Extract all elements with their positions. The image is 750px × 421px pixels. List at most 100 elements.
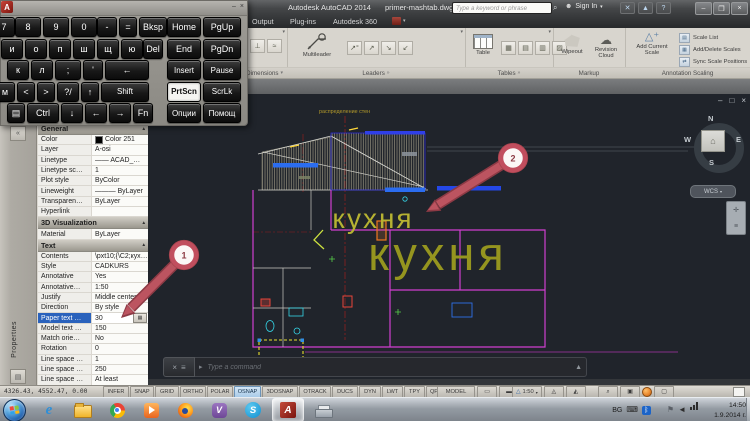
- keyboard-title-bar[interactable]: – ×: [1, 1, 247, 16]
- viewcube-north[interactable]: N: [708, 114, 713, 123]
- panel-label-tables[interactable]: Tables»: [465, 67, 553, 78]
- key-;[interactable]: ;: [55, 60, 81, 80]
- key--[interactable]: -: [97, 17, 117, 37]
- key-←[interactable]: ←: [85, 103, 107, 123]
- key-Опции[interactable]: Опции: [167, 103, 201, 123]
- palette-properties-icon[interactable]: ▤: [10, 369, 26, 384]
- key-л[interactable]: л: [31, 60, 53, 80]
- taskbar-icon-google-chrome[interactable]: [102, 399, 132, 421]
- sign-in-button[interactable]: ☻ Sign In ▾: [565, 3, 603, 10]
- key-PgDn[interactable]: PgDn: [203, 38, 241, 59]
- property-row[interactable]: Lineweight ——— ByLayer: [38, 186, 148, 197]
- property-row[interactable]: Color Color 251: [38, 135, 148, 146]
- key-о[interactable]: о: [25, 38, 47, 59]
- multileader-button[interactable]: Multileader: [295, 33, 339, 58]
- cmd-history-icon[interactable]: ▲: [575, 364, 582, 371]
- property-row[interactable]: Match orie… No: [38, 334, 148, 345]
- key-↓[interactable]: ↓: [61, 103, 83, 123]
- property-section-header[interactable]: 3D Visualization ▴: [38, 217, 148, 230]
- scale-list-button[interactable]: ▤ Scale List: [679, 33, 747, 43]
- key-←[interactable]: ←: [105, 60, 149, 80]
- command-line[interactable]: × ≡ ▸ ▲: [163, 357, 587, 377]
- collapse-icon[interactable]: ▴: [142, 220, 145, 226]
- key-и[interactable]: и: [1, 38, 23, 59]
- key-Del[interactable]: Del: [143, 38, 163, 59]
- key-=[interactable]: =: [119, 17, 137, 37]
- property-row[interactable]: Model text … 150: [38, 323, 148, 335]
- taskbar-icon-firefox[interactable]: [170, 399, 200, 421]
- panel-label-markup[interactable]: Markup: [553, 67, 625, 78]
- key-↑[interactable]: ↑: [81, 81, 99, 102]
- taskbar-icon-fax-printer[interactable]: [308, 399, 338, 421]
- show-desktop-button[interactable]: [746, 398, 750, 421]
- key-0[interactable]: 0: [71, 17, 97, 37]
- add-current-scale-button[interactable]: △⁺ Add Current Scale: [629, 32, 675, 57]
- ribbon-tab-autodesk360[interactable]: Autodesk 360: [333, 15, 377, 28]
- key-п[interactable]: п: [49, 38, 71, 59]
- cmd-customize-icon[interactable]: ≡: [181, 363, 186, 372]
- key-'[interactable]: ': [83, 60, 103, 80]
- viewcube-west[interactable]: W: [684, 135, 691, 144]
- doc-minimize-icon[interactable]: –: [718, 96, 722, 105]
- taskbar-icon-file-explorer[interactable]: [68, 399, 98, 421]
- exchange-apps-icon[interactable]: ✕: [620, 2, 635, 14]
- viewcube-top-face[interactable]: ⌂: [701, 130, 725, 152]
- keyboard-icon[interactable]: ⌨: [626, 406, 638, 414]
- key-9[interactable]: 9: [43, 17, 69, 37]
- property-row[interactable]: Paper text … 30 ▦: [38, 313, 148, 324]
- volume-icon[interactable]: ◄: [678, 406, 686, 414]
- property-row[interactable]: Style CADKURS: [38, 261, 148, 273]
- property-row[interactable]: Line space … 250: [38, 364, 148, 376]
- key-щ[interactable]: щ: [97, 38, 119, 59]
- palette-autohide-icon[interactable]: «: [10, 126, 26, 141]
- property-row[interactable]: Linetype —— ACAD_…: [38, 155, 148, 166]
- key-End[interactable]: End: [167, 38, 201, 59]
- viewcube-east[interactable]: E: [736, 135, 741, 144]
- collapse-icon[interactable]: ▴: [142, 126, 145, 132]
- wcs-button[interactable]: WCS ▾: [690, 185, 736, 198]
- key->[interactable]: >: [37, 81, 55, 102]
- panel-dropdown-icon[interactable]: ▾: [460, 29, 463, 35]
- key-Помощ[interactable]: Помощ: [203, 103, 241, 123]
- key-→[interactable]: →: [109, 103, 131, 123]
- viewcube-south[interactable]: S: [709, 158, 714, 167]
- clean-screen-icon[interactable]: [733, 387, 745, 397]
- flag-icon[interactable]: ⚑: [667, 406, 674, 414]
- property-row[interactable]: Rotation 0: [38, 344, 148, 355]
- key-?/[interactable]: ?/: [57, 81, 79, 102]
- property-row[interactable]: Line space … At least: [38, 375, 148, 386]
- property-row[interactable]: Layer A-osi: [38, 145, 148, 156]
- key-7[interactable]: 7: [0, 17, 15, 37]
- viewcube[interactable]: N W E S ⌂: [682, 114, 744, 194]
- key-ScrLk[interactable]: ScrLk: [203, 81, 241, 102]
- ribbon-tab-output[interactable]: Output: [252, 15, 274, 28]
- wipeout-button[interactable]: Wipeout: [556, 34, 588, 55]
- key-PgUp[interactable]: PgUp: [203, 17, 241, 37]
- drawing-canvas[interactable]: распределение стен кухня кухня – □ × N W…: [148, 94, 750, 385]
- key-8[interactable]: 8: [15, 17, 41, 37]
- cmd-close-icon[interactable]: ×: [172, 363, 177, 372]
- pan-icon[interactable]: ✛: [733, 206, 739, 214]
- key-Ctrl[interactable]: Ctrl: [27, 103, 59, 123]
- doc-restore-icon[interactable]: □: [729, 96, 734, 105]
- remove-leader-icon[interactable]: ↗: [364, 41, 379, 55]
- dim-jog-icon[interactable]: ≈: [267, 39, 282, 53]
- key-Pause[interactable]: Pause: [203, 60, 241, 80]
- property-row[interactable]: Plot style ByColor: [38, 176, 148, 187]
- taskbar-icon-internet-explorer[interactable]: e: [34, 399, 64, 421]
- property-row[interactable]: Hyperlink: [38, 207, 148, 218]
- panel-dropdown-icon[interactable]: ▾: [548, 29, 551, 35]
- sync-scale-positions-button[interactable]: ⇄ Sync Scale Positions: [679, 57, 747, 67]
- key-м[interactable]: м: [0, 81, 15, 102]
- quickcalc-button[interactable]: ▦: [133, 313, 147, 323]
- collapse-icon[interactable]: ▴: [142, 242, 145, 248]
- table-button[interactable]: Table: [470, 34, 496, 56]
- table-link-icon[interactable]: ▤: [518, 41, 533, 55]
- add-delete-scales-button[interactable]: ▦ Add/Delete Scales: [679, 45, 747, 55]
- ribbon-options-icon[interactable]: ▾: [392, 17, 406, 25]
- taskbar-icon-autocad[interactable]: A: [272, 398, 304, 421]
- start-button[interactable]: [3, 399, 26, 421]
- key-Bksp[interactable]: Bksp: [139, 17, 167, 37]
- key-Insert[interactable]: Insert: [167, 60, 201, 80]
- minimize-button[interactable]: –: [695, 2, 712, 15]
